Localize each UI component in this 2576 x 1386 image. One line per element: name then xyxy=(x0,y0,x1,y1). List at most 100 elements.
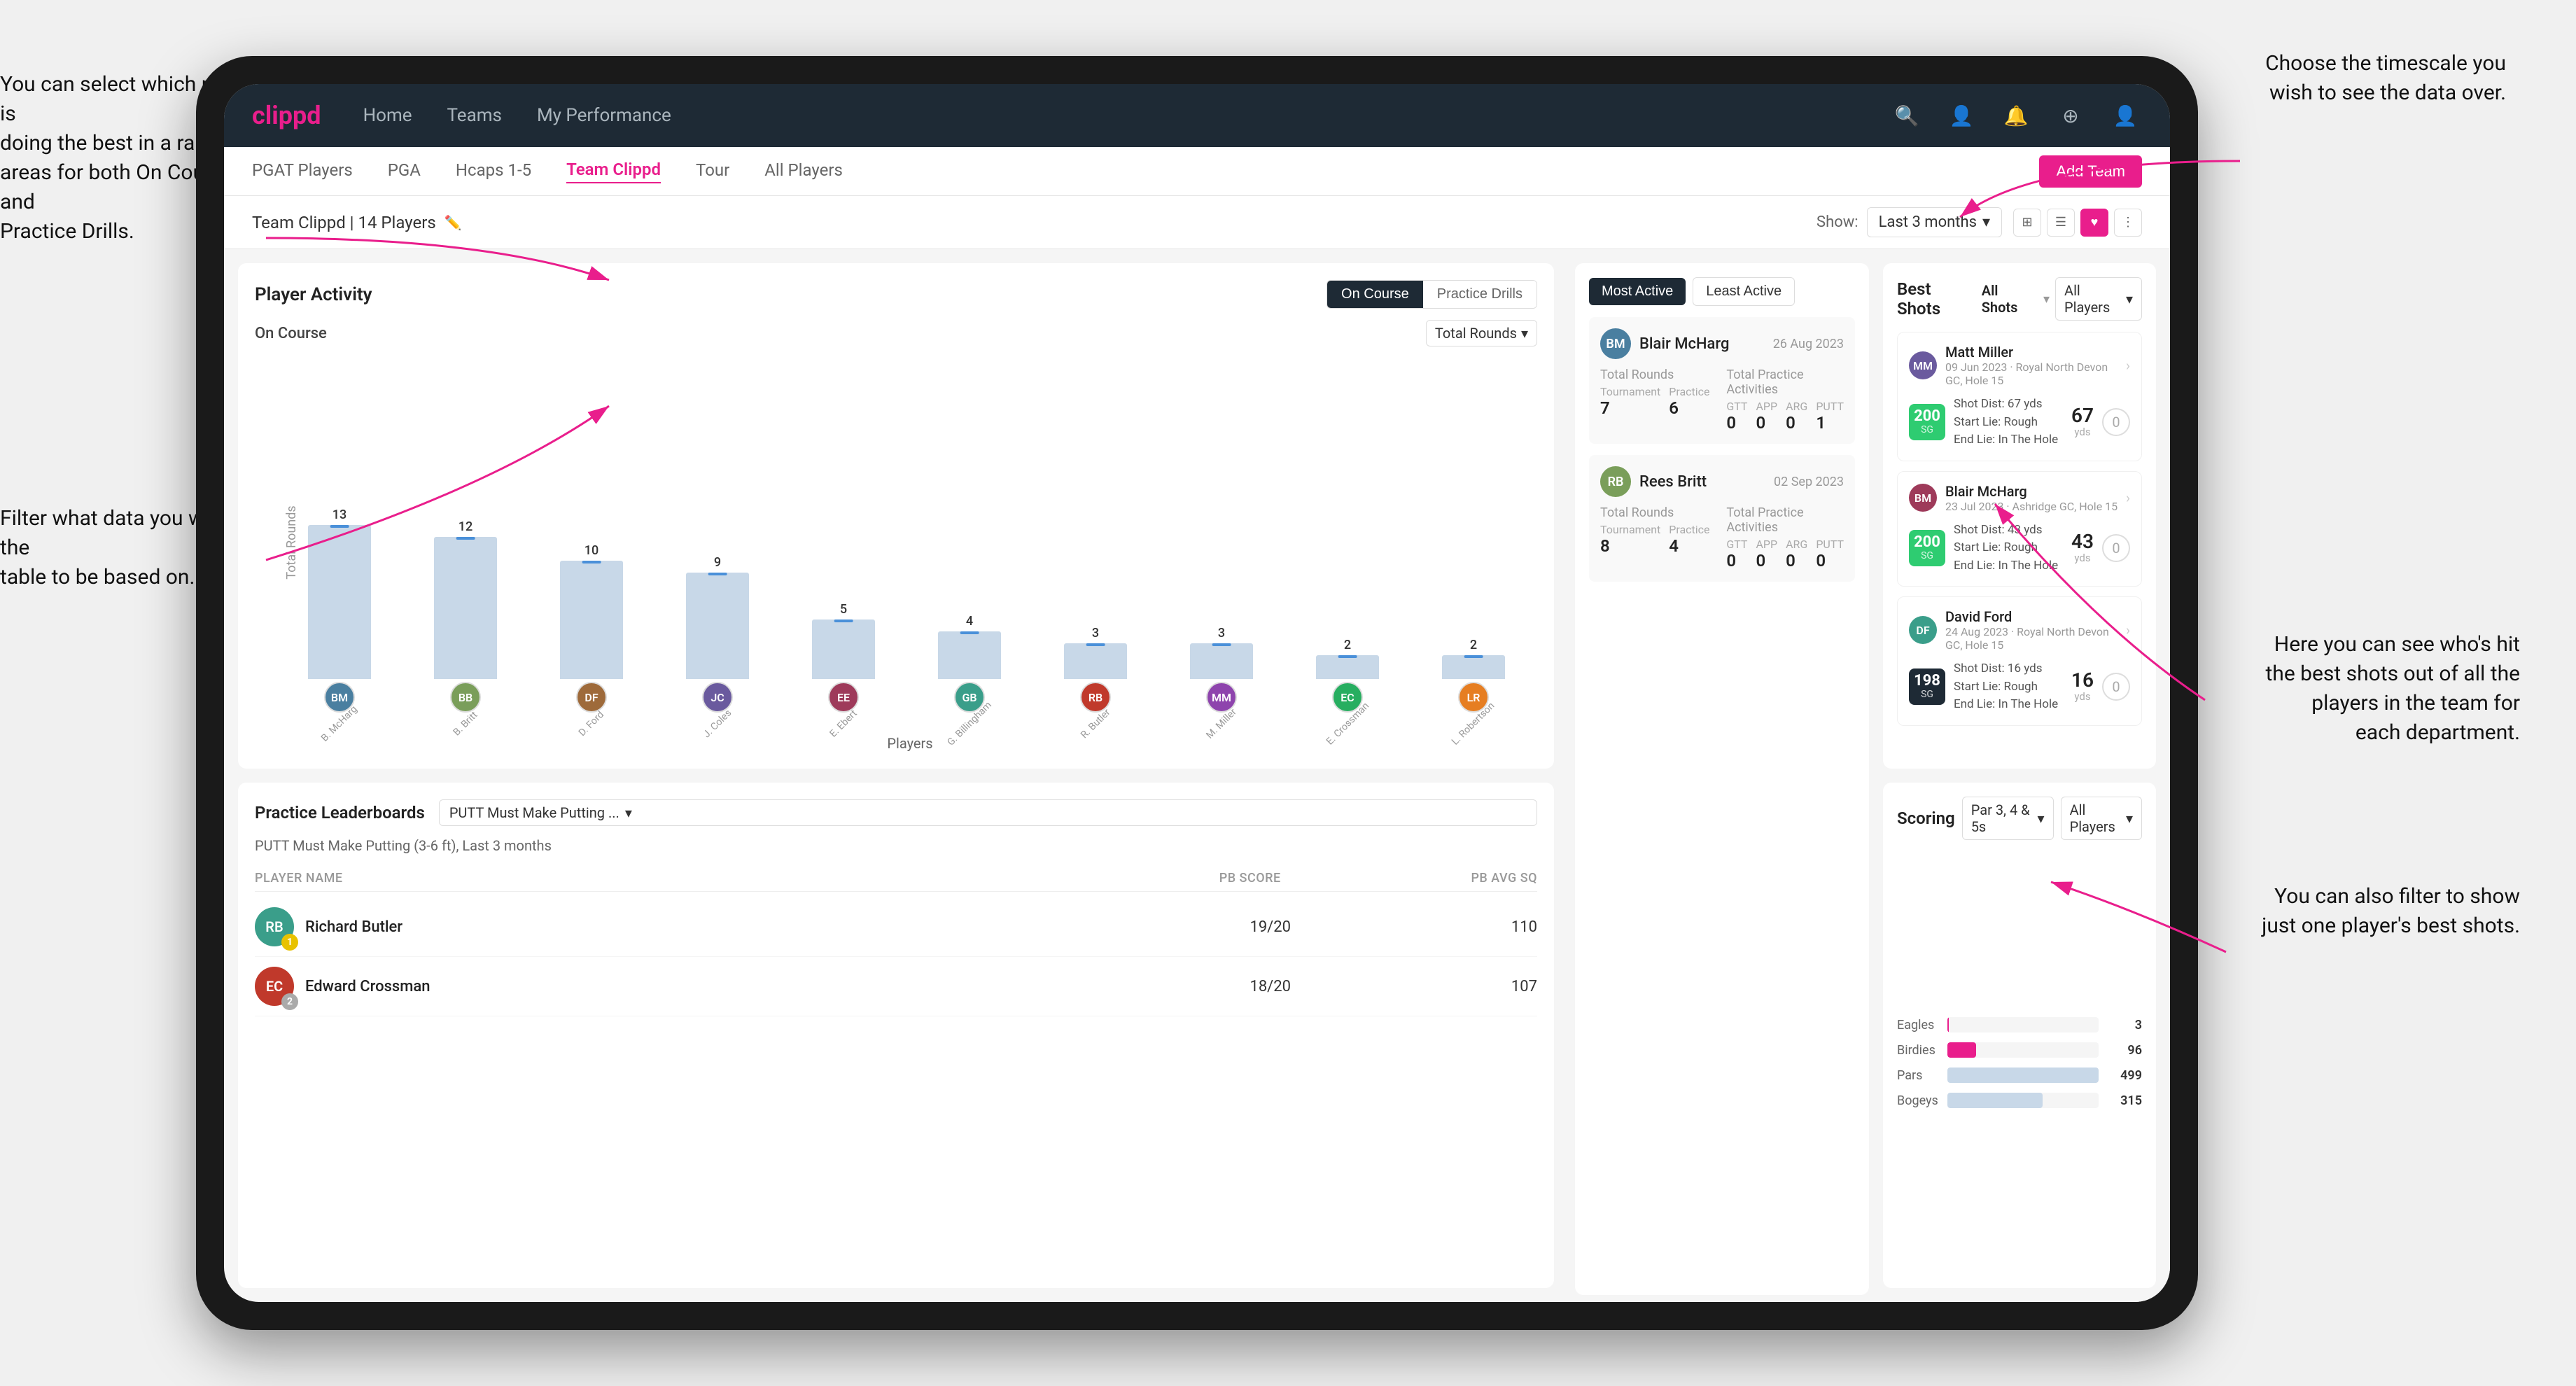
grid-4-view-btn[interactable]: ⊞ xyxy=(2013,209,2041,237)
bar-avatar-2: DF xyxy=(576,682,607,713)
bar-8 xyxy=(1316,655,1378,679)
shot-card-2: DF David Ford 24 Aug 2023 · Royal North … xyxy=(1897,596,2142,726)
shot-dist-info-0: Shot Dist: 67 ydsStart Lie: RoughEnd Lie… xyxy=(1954,396,2063,449)
shot-details-0: 09 Jun 2023 · Royal North Devon GC, Hole… xyxy=(1945,360,2126,387)
shot-chevron-1[interactable]: › xyxy=(2126,489,2130,506)
practice-player-row-1: EC 2 Edward Crossman 18/20 107 xyxy=(255,957,1537,1016)
practice-player-row-0: RB 1 Richard Butler 19/20 110 xyxy=(255,897,1537,957)
grid-list-view-btn[interactable]: ☰ xyxy=(2047,209,2075,237)
bar-group-9: 2 LR L. Robertson xyxy=(1417,638,1530,729)
shot-chevron-2[interactable]: › xyxy=(2126,622,2130,638)
th-player-name: PLAYER NAME xyxy=(255,871,1024,886)
shot-yds-2: 16 yds xyxy=(2071,671,2094,703)
nav-icons: 🔍 👤 🔔 ⊕ 👤 xyxy=(1890,99,2142,132)
all-shots-tab[interactable]: All Shots xyxy=(1976,279,2038,318)
scoring-count-3: 315 xyxy=(2107,1093,2142,1108)
all-players-dropdown[interactable]: All Players ▾ xyxy=(2055,277,2142,321)
shot-zero-1: 0 xyxy=(2102,534,2130,562)
shot-player-name-0: Matt Miller xyxy=(1945,344,2126,360)
scoring-row-0: Eagles 3 xyxy=(1897,1017,2142,1032)
active-player-date-1: 02 Sep 2023 xyxy=(1774,475,1844,489)
scoring-card: Scoring Par 3, 4 & 5s ▾ All Players ▾ Ea… xyxy=(1883,783,2156,1288)
bar-group-4: 5 EE E. Ebert xyxy=(787,602,900,729)
shot-avatar-2: DF xyxy=(1909,616,1937,644)
practice-drills-toggle[interactable]: Practice Drills xyxy=(1423,281,1536,308)
nav-logo: clippd xyxy=(252,101,321,130)
scoring-chart: Eagles 3 Birdies 96 Pars 499 Bogeys 315 xyxy=(1897,851,2142,1274)
active-player-date-0: 26 Aug 2023 xyxy=(1773,337,1844,351)
table-header: PLAYER NAME PB SCORE PB AVG SQ xyxy=(255,865,1537,892)
practice-avatar-0: RB 1 xyxy=(255,907,294,946)
tab-team-clippd[interactable]: Team Clippd xyxy=(566,160,661,183)
nav-my-performance[interactable]: My Performance xyxy=(537,105,671,126)
scoring-bar-label-3: Bogeys xyxy=(1897,1093,1939,1108)
practice-player-name-0: Richard Butler xyxy=(305,918,1044,936)
scoring-players-dropdown[interactable]: All Players ▾ xyxy=(2061,797,2142,840)
scoring-header: Scoring Par 3, 4 & 5s ▾ All Players ▾ xyxy=(1897,797,2142,840)
annotation-right-1: Here you can see who's hit the best shot… xyxy=(2265,630,2520,748)
annotation-right-2: You can also filter to show just one pla… xyxy=(2262,882,2520,941)
rank-badge-1: 2 xyxy=(281,993,298,1010)
scoring-row-2: Pars 499 xyxy=(1897,1068,2142,1083)
search-icon-btn[interactable]: 🔍 xyxy=(1890,99,1924,132)
best-shots-title: Best Shots xyxy=(1897,279,1970,318)
user-avatar-btn[interactable]: 👤 xyxy=(2108,99,2142,132)
total-rounds-dropdown[interactable]: Total Rounds ▾ xyxy=(1426,320,1537,346)
right-panel: Best Shots All Shots ▾ All Players ▾ MM … xyxy=(1876,249,2170,1302)
team-header: Team Clippd | 14 Players ✏️ Show: Last 3… xyxy=(224,196,2170,249)
bar-2 xyxy=(560,561,622,679)
activity-title: Player Activity xyxy=(255,284,1326,305)
edit-icon[interactable]: ✏️ xyxy=(444,214,462,231)
team-name-label: Team Clippd | 14 Players ✏️ xyxy=(252,213,462,232)
plus-circle-icon-btn[interactable]: ⊕ xyxy=(2054,99,2087,132)
nav-home[interactable]: Home xyxy=(363,105,412,126)
bar-6 xyxy=(1064,643,1126,679)
section-label: On Course xyxy=(255,325,327,342)
least-active-tab[interactable]: Least Active xyxy=(1693,277,1795,306)
best-shots-header: Best Shots All Shots ▾ All Players ▾ xyxy=(1897,277,2142,321)
tab-tour[interactable]: Tour xyxy=(696,160,729,183)
most-active-players-list: BM Blair McHarg 26 Aug 2023 Total Rounds… xyxy=(1589,317,1855,582)
scoring-count-1: 96 xyxy=(2107,1043,2142,1058)
tab-pga[interactable]: PGA xyxy=(388,160,421,183)
active-player-name-1: Rees Britt xyxy=(1639,473,1774,491)
chevron-down-icon: ▾ xyxy=(2038,810,2045,827)
most-active-card: Most Active Least Active BM Blair McHarg… xyxy=(1575,263,1869,1295)
nav-teams[interactable]: Teams xyxy=(447,105,502,126)
users-icon-btn[interactable]: 👤 xyxy=(1945,99,1978,132)
add-team-button[interactable]: Add Team xyxy=(2039,155,2142,188)
practice-drill-dropdown[interactable]: PUTT Must Make Putting ... ▾ xyxy=(439,799,1537,826)
bell-icon-btn[interactable]: 🔔 xyxy=(1999,99,2033,132)
practice-subtitle: PUTT Must Make Putting (3-6 ft), Last 3 … xyxy=(255,837,1537,854)
sub-nav: PGAT Players PGA Hcaps 1-5 Team Clippd T… xyxy=(224,147,2170,196)
nav-items: Home Teams My Performance xyxy=(363,105,1890,126)
bar-0 xyxy=(308,525,370,679)
practice-players-list: RB 1 Richard Butler 19/20 110 EC 2 Edwar… xyxy=(255,897,1537,1016)
scoring-par-dropdown[interactable]: Par 3, 4 & 5s ▾ xyxy=(1962,797,2054,840)
chevron-down-icon: ▾ xyxy=(2126,810,2133,827)
th-pb-avg: PB AVG SQ xyxy=(1281,871,1537,886)
heart-view-btn[interactable]: ♥ xyxy=(2080,209,2108,237)
tab-pgat-players[interactable]: PGAT Players xyxy=(252,160,353,183)
time-filter-dropdown[interactable]: Last 3 months ▾ xyxy=(1867,207,2002,237)
tab-all-players[interactable]: All Players xyxy=(764,160,843,183)
x-axis-label: Players xyxy=(255,735,1537,752)
bar-5 xyxy=(938,631,1000,679)
bar-group-7: 3 MM M. Miller xyxy=(1165,626,1278,729)
bar-group-0: 13 BM B. McHarg xyxy=(283,507,396,729)
on-course-toggle[interactable]: On Course xyxy=(1327,281,1423,308)
active-avatar-0: BM xyxy=(1600,328,1631,359)
scoring-bar-fill-0 xyxy=(1947,1017,1949,1032)
settings-view-btn[interactable]: ⋮ xyxy=(2114,209,2142,237)
tab-hcaps[interactable]: Hcaps 1-5 xyxy=(456,160,531,183)
most-active-tab[interactable]: Most Active xyxy=(1589,278,1686,305)
chevron-down-icon: ▾ xyxy=(625,804,632,821)
shot-zero-0: 0 xyxy=(2102,408,2130,436)
activity-card: Player Activity On Course Practice Drill… xyxy=(238,263,1554,769)
practice-header: Practice Leaderboards PUTT Must Make Put… xyxy=(255,799,1537,826)
active-player-card-1: RB Rees Britt 02 Sep 2023 Total Rounds T… xyxy=(1589,455,1855,582)
practice-pb-score-1: 18/20 xyxy=(1044,978,1291,995)
tablet-frame: clippd Home Teams My Performance 🔍 👤 🔔 ⊕… xyxy=(196,56,2198,1330)
shot-chevron-0[interactable]: › xyxy=(2126,357,2130,374)
practice-card: Practice Leaderboards PUTT Must Make Put… xyxy=(238,783,1554,1288)
